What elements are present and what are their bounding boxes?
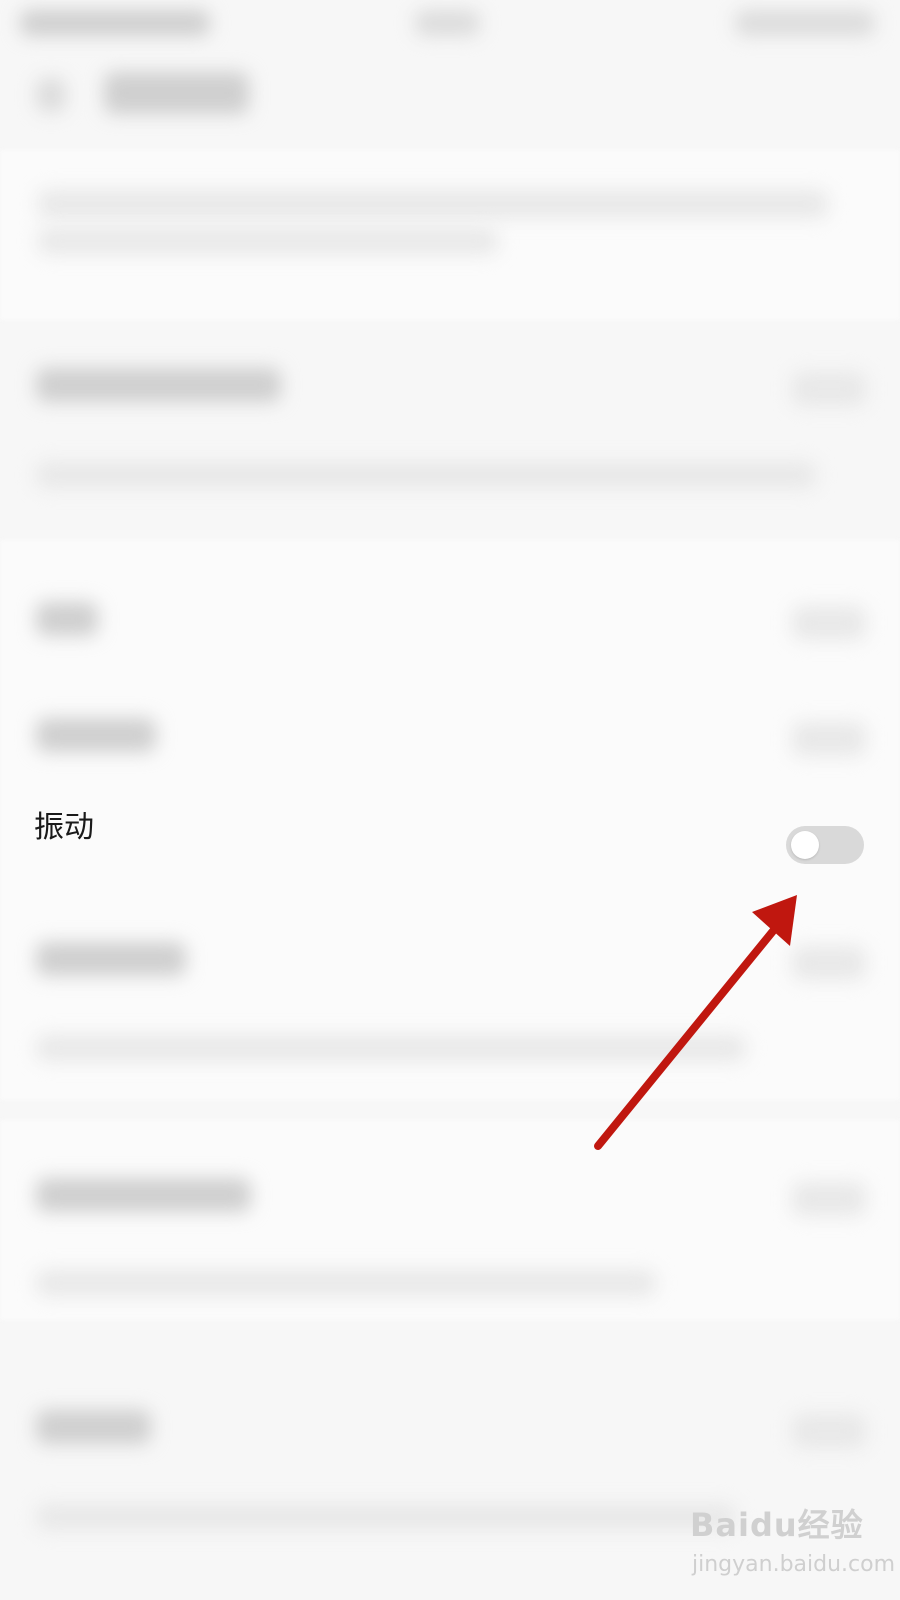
setting-row-toggle-blur[interactable] xyxy=(792,1182,866,1216)
setting-row-title-blur xyxy=(36,718,156,752)
setting-row-subtitle-blur xyxy=(36,1270,656,1296)
page-title-blur xyxy=(104,72,249,114)
setting-row-title-blur xyxy=(36,602,98,636)
setting-row-title-blur xyxy=(36,942,186,976)
setting-row-toggle-blur[interactable] xyxy=(792,606,866,640)
baidu-jingyan-watermark: Baidu经验 jingyan.baidu.com xyxy=(690,1500,895,1595)
setting-row-toggle-blur[interactable] xyxy=(792,1414,866,1448)
setting-row-toggle-blur[interactable] xyxy=(792,946,866,980)
description-line-blur xyxy=(38,228,498,254)
setting-row-subtitle-blur xyxy=(36,462,816,488)
toggle-knob xyxy=(791,831,819,859)
setting-row-title-blur xyxy=(36,1410,151,1444)
setting-row-toggle-blur[interactable] xyxy=(792,372,866,406)
watermark-url: jingyan.baidu.com xyxy=(692,1552,896,1577)
setting-row-subtitle-blur xyxy=(36,1504,736,1530)
back-icon[interactable] xyxy=(36,78,66,112)
setting-row-subtitle-blur xyxy=(36,1035,746,1061)
setting-row-toggle-blur[interactable] xyxy=(792,722,866,756)
setting-row-title-blur xyxy=(36,1178,251,1212)
watermark-brand: Baidu经验 xyxy=(690,1506,864,1544)
status-bar-right-blur xyxy=(735,10,875,36)
description-line-blur xyxy=(38,190,828,218)
vibration-setting-row xyxy=(0,790,900,900)
setting-row-title-blur xyxy=(36,368,281,402)
status-bar-left-blur xyxy=(20,10,210,36)
vibration-toggle[interactable] xyxy=(786,826,864,864)
vibration-label: 振动 xyxy=(34,810,94,845)
status-bar-center-blur xyxy=(415,10,480,36)
